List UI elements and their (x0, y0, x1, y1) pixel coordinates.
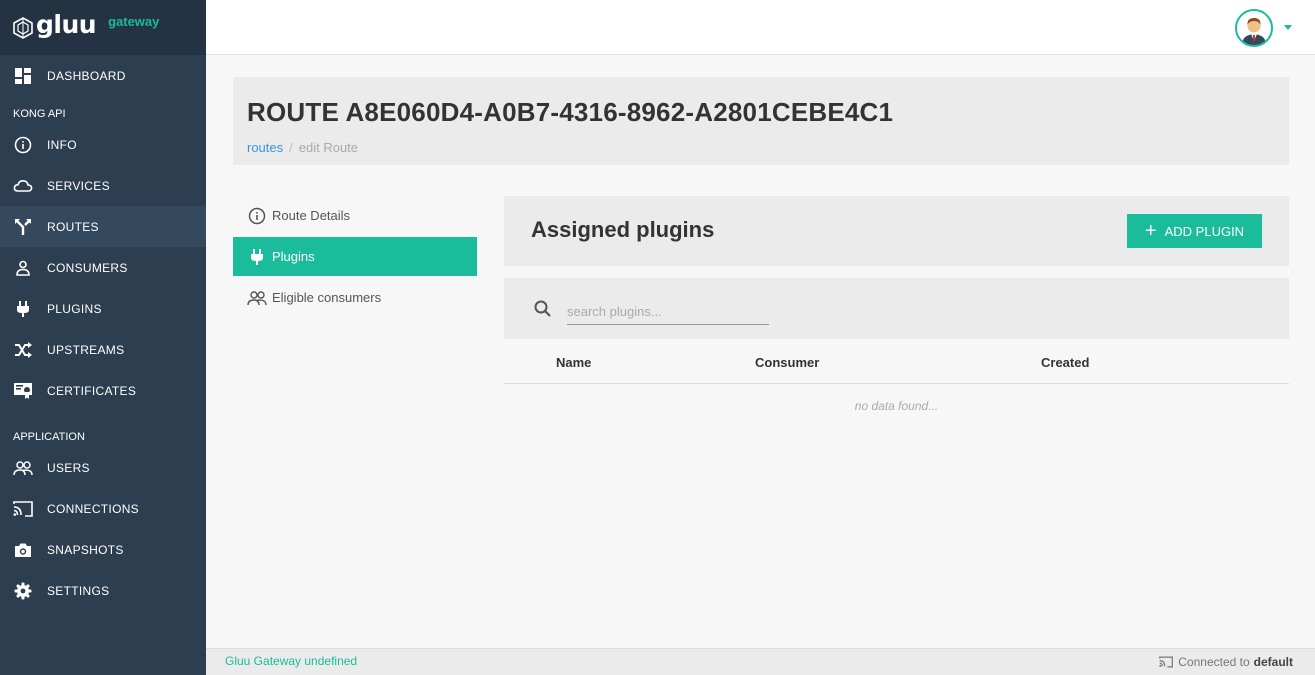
sidebar-item-routes[interactable]: ROUTES (0, 206, 206, 247)
cast-icon (13, 499, 33, 519)
page-header: ROUTE A8E060D4-A0B7-4316-8962-A2801CEBE4… (233, 77, 1289, 165)
breadcrumb-link-routes[interactable]: routes (247, 140, 283, 155)
sidebar-item-settings[interactable]: SETTINGS (0, 570, 206, 611)
dashboard-icon (13, 66, 33, 86)
camera-icon (13, 540, 33, 560)
breadcrumb-separator: / (289, 140, 293, 155)
version-text: Gluu Gateway undefined (225, 654, 358, 668)
users-icon (13, 458, 33, 478)
tab-label: Plugins (272, 249, 315, 264)
plus-icon: + (1144, 220, 1157, 242)
tab-eligible-consumers[interactable]: Eligible consumers (233, 278, 477, 317)
cloud-icon (13, 176, 33, 196)
footer: Gluu Gateway undefined Connected to defa… (206, 648, 1315, 675)
sidebar-item-snapshots[interactable]: SNAPSHOTS (0, 529, 206, 570)
routes-icon (13, 217, 33, 237)
connection-name[interactable]: default (1254, 655, 1293, 669)
sidebar-item-users[interactable]: USERS (0, 447, 206, 488)
topbar (206, 0, 1315, 55)
search-plugins-input[interactable] (567, 298, 769, 325)
brand-logo[interactable]: gluu gateway (0, 0, 206, 55)
user-icon (13, 258, 33, 278)
sidebar-item-label: ROUTES (47, 219, 99, 234)
certificate-icon (13, 381, 33, 401)
sidebar-item-consumers[interactable]: CONSUMERS (0, 247, 206, 288)
sidebar-item-label: SNAPSHOTS (47, 542, 124, 557)
tab-label: Eligible consumers (272, 290, 382, 305)
tab-route-details[interactable]: Route Details (233, 196, 477, 235)
search-bar (504, 278, 1289, 339)
connection-status: Connected to default (1159, 655, 1293, 669)
sidebar-item-label: SERVICES (47, 178, 110, 193)
info-icon (13, 135, 33, 155)
assigned-plugins-panel: Assigned plugins + ADD PLUGIN (504, 196, 1289, 266)
sidebar-item-label: USERS (47, 460, 90, 475)
shuffle-icon (13, 340, 33, 360)
account-dropdown-caret-icon[interactable] (1284, 25, 1292, 30)
plug-icon (247, 247, 267, 267)
tab-label: Route Details (272, 208, 351, 223)
sidebar-item-certificates[interactable]: CERTIFICATES (0, 370, 206, 411)
sidebar-item-plugins[interactable]: PLUGINS (0, 288, 206, 329)
add-plugin-button[interactable]: + ADD PLUGIN (1127, 214, 1262, 248)
users-icon (247, 288, 267, 308)
column-header-consumer[interactable]: Consumer (755, 355, 819, 370)
sidebar-item-label: INFO (47, 137, 77, 152)
table-header: Name Consumer Created (504, 340, 1289, 384)
column-header-name[interactable]: Name (556, 355, 591, 370)
sidebar-item-services[interactable]: SERVICES (0, 165, 206, 206)
panel-title: Assigned plugins (531, 217, 715, 242)
column-header-created[interactable]: Created (1041, 355, 1089, 370)
sidebar-section-kong: KONG API (13, 108, 66, 120)
avatar-icon (1242, 18, 1266, 45)
sidebar-section-application: APPLICATION (13, 431, 85, 443)
tab-plugins[interactable]: Plugins (233, 237, 477, 276)
empty-state-text: no data found... (854, 399, 939, 413)
sidebar-item-label: CONNECTIONS (47, 501, 139, 516)
brand-name: gluu (36, 10, 97, 39)
brand-sub: gateway (108, 14, 160, 29)
connected-prefix: Connected to (1178, 655, 1250, 669)
sidebar: gluu gateway DASHBOARD KONG API INFO SER… (0, 0, 206, 675)
plug-icon (13, 299, 33, 319)
sidebar-item-label: PLUGINS (47, 301, 102, 316)
gluu-logo-icon (13, 16, 33, 39)
sidebar-item-label: CONSUMERS (47, 260, 128, 275)
sidebar-item-upstreams[interactable]: UPSTREAMS (0, 329, 206, 370)
add-plugin-label: ADD PLUGIN (1164, 223, 1245, 239)
gear-icon (13, 581, 33, 601)
sidebar-item-label: DASHBOARD (47, 68, 126, 83)
user-avatar[interactable] (1235, 9, 1273, 47)
page-title: ROUTE A8E060D4-A0B7-4316-8962-A2801CEBE4… (247, 97, 894, 127)
breadcrumb-current: edit Route (298, 140, 359, 155)
sidebar-item-label: UPSTREAMS (47, 342, 125, 357)
cast-icon (1159, 656, 1174, 668)
sidebar-item-info[interactable]: INFO (0, 124, 206, 165)
sidebar-item-connections[interactable]: CONNECTIONS (0, 488, 206, 529)
sidebar-item-label: SETTINGS (47, 583, 110, 598)
sidebar-item-label: CERTIFICATES (47, 383, 137, 398)
sidebar-item-dashboard[interactable]: DASHBOARD (0, 55, 206, 96)
breadcrumb: routes / edit Route (247, 140, 1275, 155)
search-icon (534, 300, 551, 317)
info-icon (247, 206, 267, 226)
